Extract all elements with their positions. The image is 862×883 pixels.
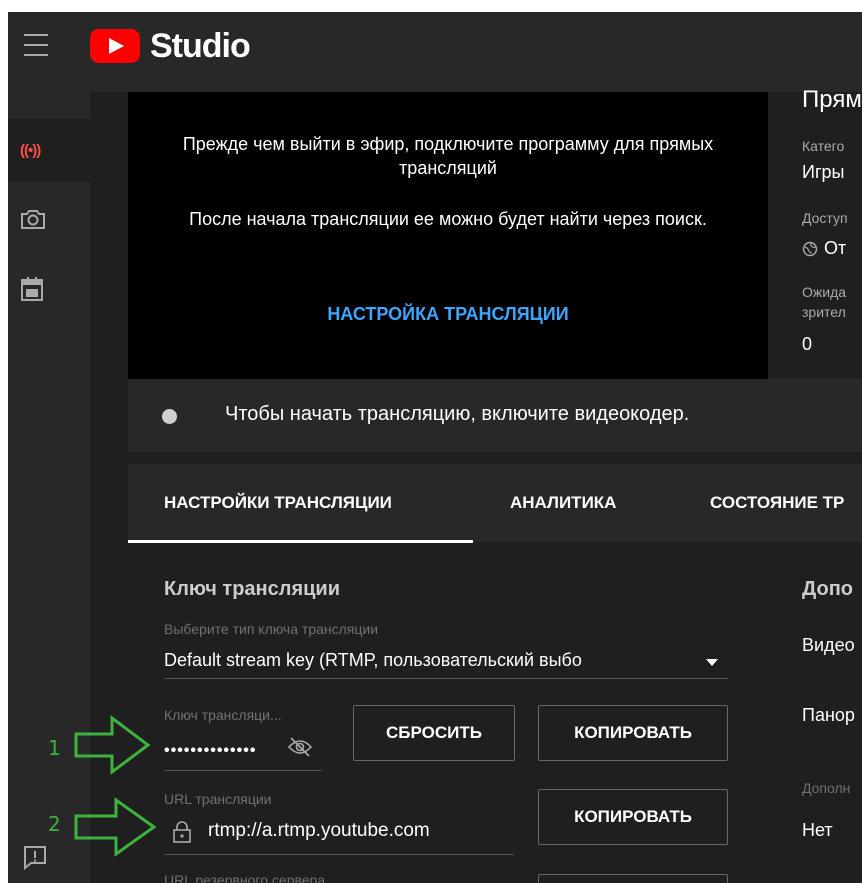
category-label: Катего <box>802 138 845 154</box>
access-value-row: От <box>802 238 846 259</box>
encoder-status-bar: Чтобы начать трансляцию, включите видеок… <box>128 379 862 452</box>
stream-url-value: rtmp://a.rtmp.youtube.com <box>208 820 430 841</box>
stream-tabs: НАСТРОЙКИ ТРАНСЛЯЦИИ АНАЛИТИКА СОСТОЯНИЕ… <box>128 464 862 543</box>
feedback-icon[interactable] <box>22 844 48 870</box>
studio-logo[interactable]: Studio <box>90 26 251 66</box>
stream-key-type-select[interactable]: Default stream key (RTMP, пользовательск… <box>164 644 728 679</box>
dropdown-arrow-icon <box>706 659 718 666</box>
live-broadcast-icon: ((•)) <box>20 141 41 159</box>
reset-key-button[interactable]: СБРОСИТЬ <box>353 705 515 761</box>
stream-key-type-label: Выберите тип ключа трансляции <box>164 621 379 637</box>
stream-key-field[interactable]: •••••••••••••• <box>164 704 322 771</box>
annotation-number-2: 2 <box>48 812 61 836</box>
status-indicator <box>162 409 177 424</box>
preview-hint-connect: Прежде чем выйти в эфир, подключите прог… <box>182 134 714 178</box>
copy-key-button[interactable]: КОПИРОВАТЬ <box>538 705 728 761</box>
waiting-viewers-value: 0 <box>802 334 813 354</box>
additional-settings-title: Допо <box>802 578 854 600</box>
calendar-icon <box>21 277 43 301</box>
stream-settings-link[interactable]: НАСТРОЙКА ТРАНСЛЯЦИИ <box>128 304 768 325</box>
camera-icon <box>21 210 45 229</box>
preview-hint-search: После начала трансляции ее можно будет н… <box>189 209 707 229</box>
active-tab-indicator <box>128 540 473 543</box>
stream-key-masked-value: •••••••••••••• <box>164 742 257 759</box>
lock-icon <box>173 821 191 843</box>
stream-key-section-title: Ключ трансляции <box>164 578 340 600</box>
sidebar-item-live[interactable]: ((•)) <box>8 119 90 181</box>
annotation-arrow-1-icon <box>74 715 151 775</box>
hamburger-menu-icon[interactable] <box>22 32 52 58</box>
category-value: Игры <box>802 162 845 182</box>
stream-key-type-value: Default stream key (RTMP, пользовательск… <box>164 650 582 670</box>
tab-analytics[interactable]: АНАЛИТИКА <box>510 464 616 542</box>
additional-more-value[interactable]: Нет <box>802 820 833 841</box>
stream-preview: Прежде чем выйти в эфир, подключите прог… <box>128 92 768 379</box>
sidebar-item-manage[interactable] <box>8 258 90 320</box>
annotation-arrow-2-icon <box>74 797 157 857</box>
encoder-status-text: Чтобы начать трансляцию, включите видеок… <box>225 403 690 425</box>
additional-item-video[interactable]: Видео <box>802 635 855 656</box>
backup-url-label: URL резервного сервера <box>164 872 326 883</box>
brand-name: Studio <box>150 26 251 65</box>
stream-info-panel: Прям Катего Игры Доступ От Ожида зрител … <box>786 86 862 379</box>
access-label: Доступ <box>802 210 848 226</box>
eye-off-icon[interactable] <box>287 736 313 758</box>
top-header: Studio <box>8 12 862 92</box>
access-value: От <box>824 238 847 258</box>
stream-title: Прям <box>802 86 862 113</box>
waiting-label-1: Ожида <box>802 284 847 300</box>
additional-more-label: Дополн <box>802 780 851 796</box>
additional-item-panorama[interactable]: Панор <box>802 705 855 726</box>
tab-stream-settings[interactable]: НАСТРОЙКИ ТРАНСЛЯЦИИ <box>164 464 392 542</box>
waiting-label-2: зрител <box>802 304 846 320</box>
youtube-play-icon <box>90 29 140 63</box>
annotation-number-1: 1 <box>48 736 61 760</box>
copy-url-button[interactable]: КОПИРОВАТЬ <box>538 789 728 845</box>
tab-stream-health[interactable]: СОСТОЯНИЕ ТР <box>710 464 844 542</box>
sidebar-item-webcam[interactable] <box>8 188 90 250</box>
globe-icon <box>802 241 818 256</box>
copy-backup-url-button[interactable] <box>538 874 728 883</box>
stream-url-field[interactable]: rtmp://a.rtmp.youtube.com <box>164 790 514 855</box>
